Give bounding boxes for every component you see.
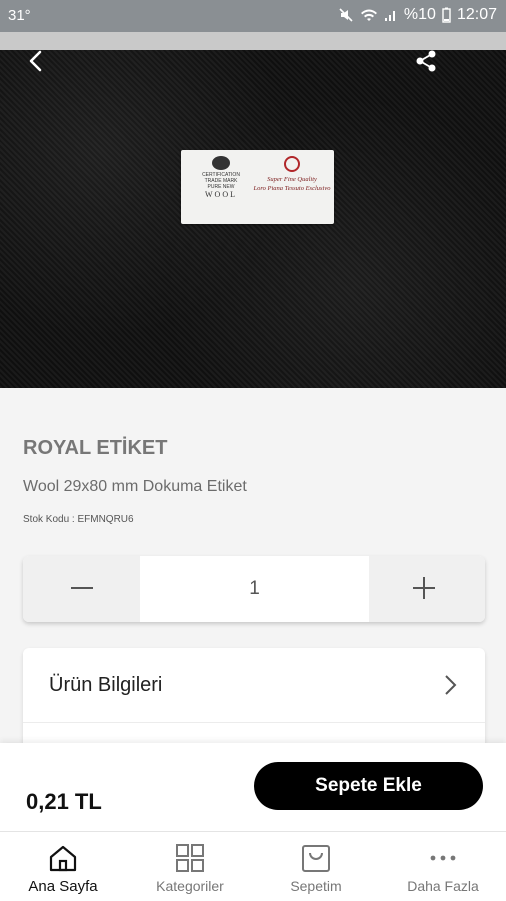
wool-logo-icon bbox=[212, 156, 230, 170]
bottom-nav: Ana Sayfa Kategoriler Sepetim Daha Fazla bbox=[0, 831, 506, 901]
battery-icon bbox=[442, 7, 451, 23]
quantity-value[interactable]: 1 bbox=[140, 556, 369, 622]
woven-label: CERTIFICATION TRADE MARK PURE NEW WOOL S… bbox=[181, 150, 334, 224]
nav-label-categories: Kategoriler bbox=[156, 878, 224, 894]
battery-level: %10 bbox=[403, 6, 436, 23]
nav-item-cart[interactable]: Sepetim bbox=[253, 832, 379, 901]
label-quality-1: Super Fine Quality bbox=[267, 176, 317, 183]
quantity-stepper: 1 bbox=[23, 556, 485, 622]
product-name: Wool 29x80 mm Dokuma Etiket bbox=[23, 478, 247, 495]
back-icon[interactable] bbox=[22, 46, 52, 76]
share-icon[interactable] bbox=[412, 46, 442, 76]
status-icons: %10 12:07 bbox=[338, 6, 497, 24]
nav-label-more: Daha Fazla bbox=[407, 878, 479, 894]
nav-item-home[interactable]: Ana Sayfa bbox=[0, 832, 126, 901]
temperature: 31° bbox=[8, 7, 31, 24]
mute-icon bbox=[339, 8, 353, 22]
status-bar: 31° %10 12:07 bbox=[0, 0, 506, 32]
product-brand: ROYAL ETİKET bbox=[23, 437, 168, 459]
wifi-icon bbox=[360, 9, 377, 21]
signal-icon bbox=[384, 11, 395, 21]
nav-item-categories[interactable]: Kategoriler bbox=[127, 832, 253, 901]
label-quality-2: Loro Piana Tessuto Esclusivo bbox=[253, 185, 331, 192]
cart-icon bbox=[302, 845, 330, 872]
nav-label-home: Ana Sayfa bbox=[28, 878, 98, 895]
add-to-cart-button[interactable]: Sepete Ekle bbox=[254, 762, 483, 810]
product-sku: Stok Kodu : EFMNQRU6 bbox=[23, 514, 134, 525]
more-icon bbox=[430, 855, 456, 861]
decrease-quantity-button[interactable] bbox=[23, 556, 140, 622]
quality-mark: Super Fine Quality Loro Piana Tessuto Es… bbox=[253, 156, 331, 193]
label-wool: WOOL bbox=[205, 190, 237, 199]
wool-mark: CERTIFICATION TRADE MARK PURE NEW WOOL bbox=[195, 156, 247, 199]
nav-label-cart: Sepetim bbox=[290, 878, 342, 894]
product-info-label: Ürün Bilgileri bbox=[49, 674, 163, 696]
crest-icon bbox=[284, 156, 300, 172]
home-icon bbox=[49, 845, 77, 872]
nav-item-more[interactable]: Daha Fazla bbox=[380, 832, 506, 901]
chevron-right-icon bbox=[445, 675, 457, 695]
clock: 12:07 bbox=[456, 6, 497, 23]
product-image[interactable]: CERTIFICATION TRADE MARK PURE NEW WOOL S… bbox=[0, 32, 506, 388]
product-price: 0,21 TL bbox=[26, 789, 102, 814]
product-info-row[interactable]: Ürün Bilgileri bbox=[23, 648, 485, 723]
grid-icon bbox=[176, 844, 204, 872]
increase-quantity-button[interactable] bbox=[369, 556, 485, 622]
purchase-bar: 0,21 TL Sepete Ekle bbox=[0, 743, 506, 831]
